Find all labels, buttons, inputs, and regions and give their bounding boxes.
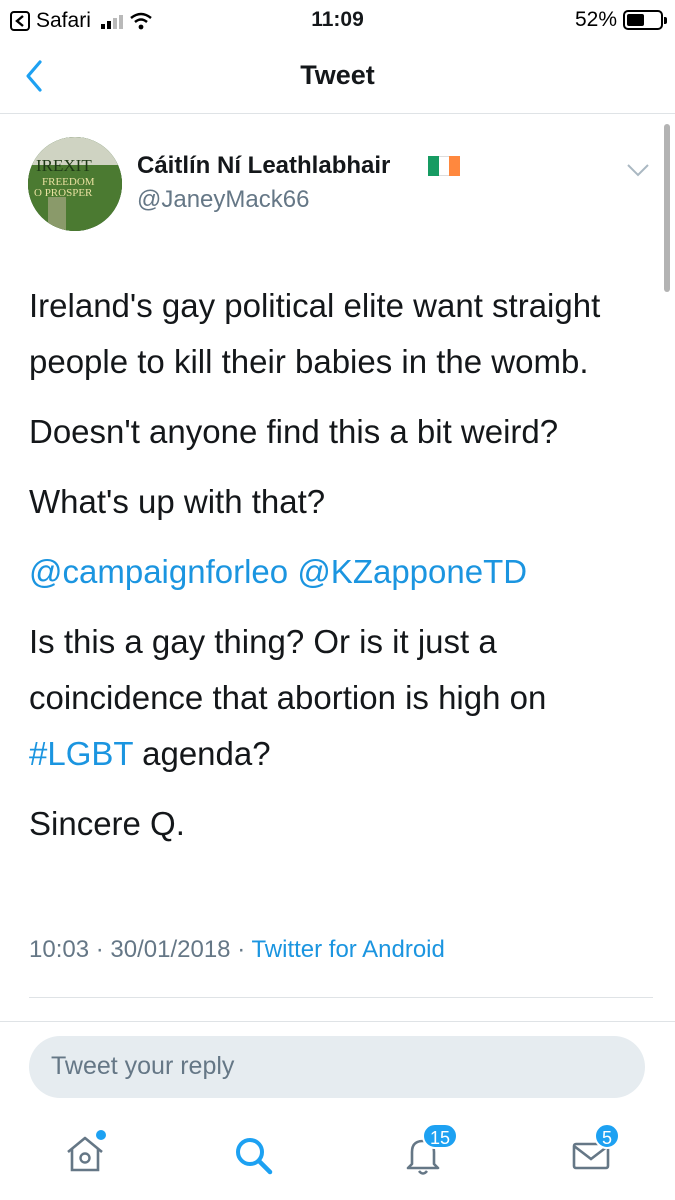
divider: [29, 997, 653, 998]
tweet-text: Ireland's gay political elite want strai…: [29, 278, 639, 866]
tab-search[interactable]: [228, 1130, 278, 1180]
display-name[interactable]: Cáitlín Ní Leathlabhair: [137, 152, 390, 180]
mention-link[interactable]: @campaignforleo: [29, 553, 288, 590]
avatar-text-line-3: O PROSPER: [34, 187, 93, 199]
tab-messages[interactable]: 5: [566, 1123, 621, 1180]
status-bar: Safari 11:09 52%: [0, 0, 675, 40]
tweet-time: 10:03: [29, 936, 90, 963]
tweet-paragraph: Ireland's gay political elite want strai…: [29, 287, 601, 380]
username[interactable]: @JaneyMack66: [137, 186, 309, 214]
tweet-client-link[interactable]: Twitter for Android: [251, 936, 444, 963]
reply-input[interactable]: Tweet your reply: [29, 1036, 645, 1098]
tab-notifications[interactable]: 15: [398, 1123, 459, 1180]
separator-dot: ·: [95, 936, 111, 963]
new-content-dot: [96, 1130, 106, 1140]
battery-icon: [623, 10, 667, 30]
divider: [0, 1021, 675, 1022]
tweet-paragraph: Sincere Q.: [29, 805, 185, 842]
separator-dot: ·: [237, 936, 252, 963]
tweet-paragraph: Doesn't anyone find this a bit weird?: [29, 413, 559, 450]
page-title: Tweet: [300, 60, 375, 90]
tab-home[interactable]: [60, 1130, 110, 1180]
reply-placeholder: Tweet your reply: [51, 1052, 235, 1080]
tweet-text-segment: Is this a gay thing? Or is it just a coi…: [29, 623, 547, 716]
notifications-badge: 15: [422, 1123, 459, 1149]
tweet-meta: 10:03 · 30/01/2018 · Twitter for Android: [29, 936, 445, 964]
mention-link[interactable]: @KZapponeTD: [297, 553, 527, 590]
chevron-down-icon[interactable]: [625, 160, 651, 180]
tweet-paragraph: What's up with that?: [29, 483, 326, 520]
battery-percent: 52%: [574, 8, 617, 31]
tweet-paragraph: Is this a gay thing? Or is it just a coi…: [29, 614, 639, 782]
avatar[interactable]: IREXIT FREEDOM O PROSPER: [28, 137, 122, 231]
scrollbar[interactable]: [664, 124, 670, 292]
messages-badge: 5: [594, 1123, 621, 1149]
search-icon: [236, 1138, 273, 1175]
tweet-date: 30/01/2018: [110, 936, 231, 963]
tweet-text-segment: agenda?: [142, 735, 271, 772]
avatar-text-line-1: IREXIT: [36, 156, 92, 175]
mentions-paragraph: @campaignforleo @KZapponeTD: [29, 544, 639, 600]
clock: 11:09: [311, 8, 364, 31]
irish-flag-icon: [428, 156, 461, 176]
hashtag-link[interactable]: #LGBT: [29, 735, 133, 772]
navigation-bar: Tweet: [0, 40, 675, 114]
